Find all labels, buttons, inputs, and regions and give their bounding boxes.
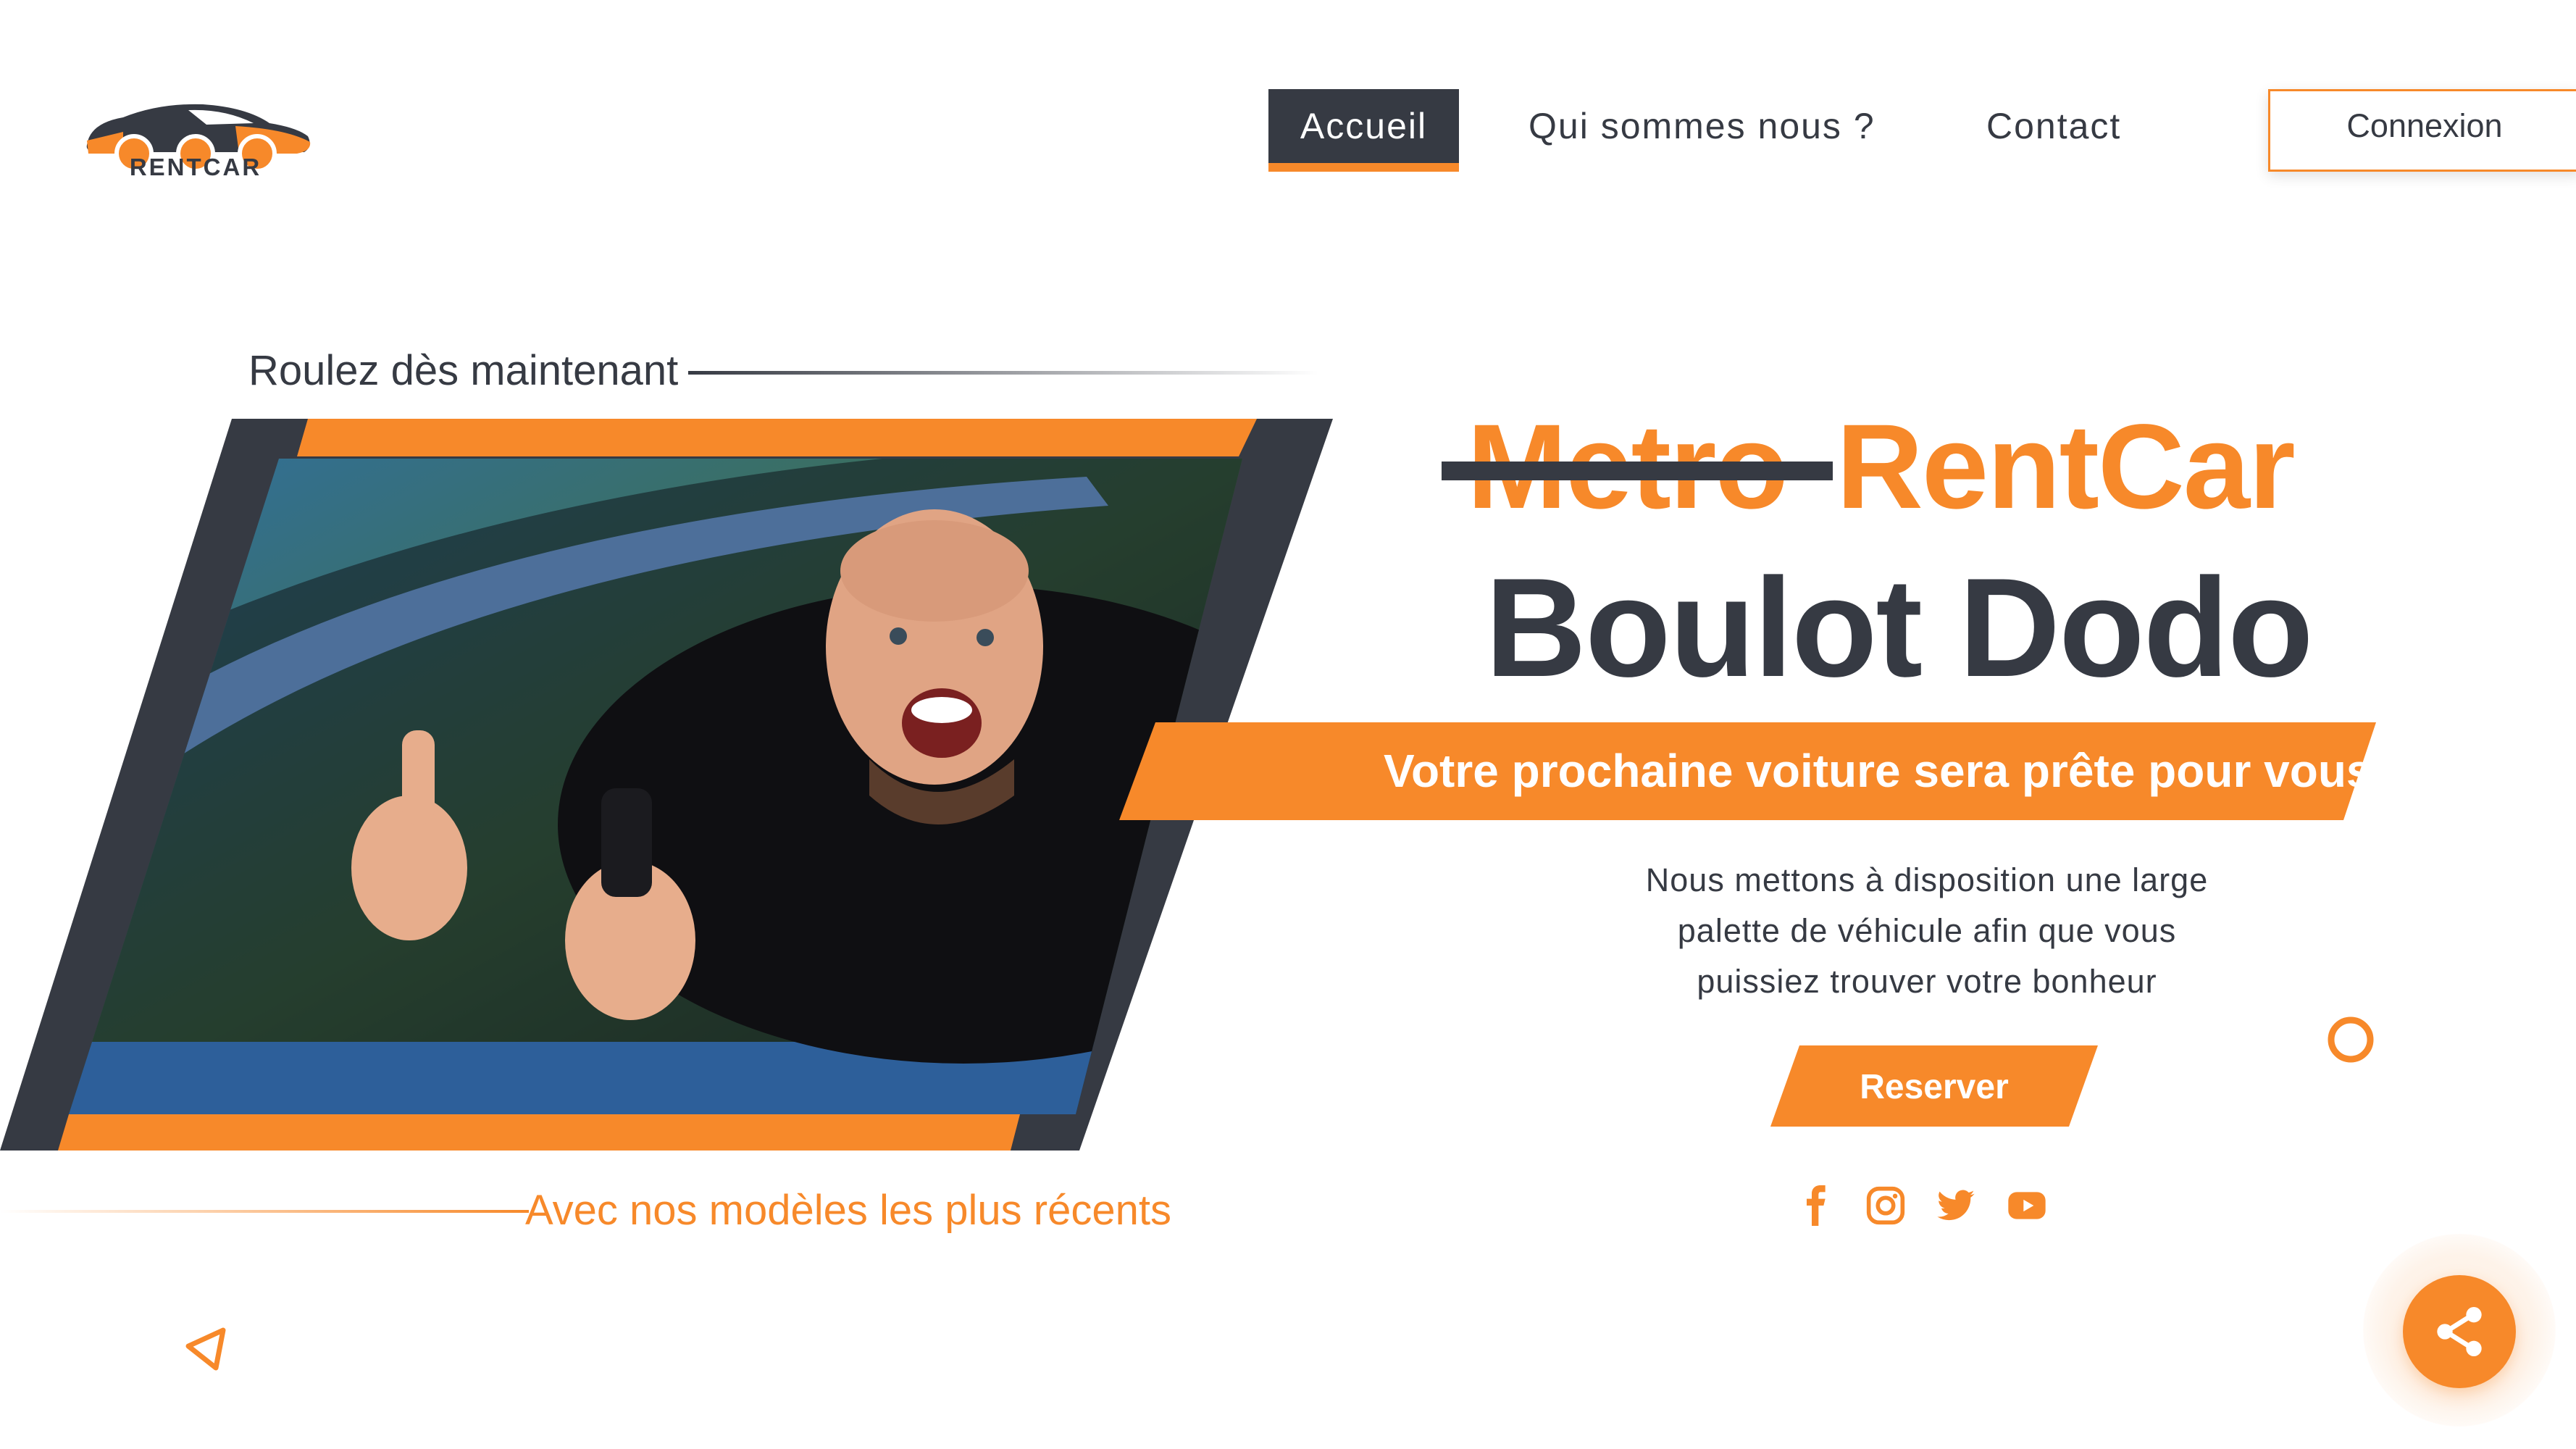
nav-accueil-label[interactable]: Accueil [1268,105,1459,147]
hero-description-line: palette de véhicule afin que vous [1677,912,2177,949]
login-button-label[interactable]: Connexion [2268,107,2576,145]
hero-description-line: Nous mettons à disposition une large [1645,861,2209,898]
sub-kicker-divider [0,1210,529,1213]
hero-tagline: Votre prochaine voiture sera prête pour … [1384,745,2372,797]
hero-kicker: Roulez dès maintenant [248,347,679,394]
kicker-divider [688,371,1318,375]
instagram-icon[interactable] [1865,1185,1906,1226]
hero-description: Nous mettons à disposition une large pal… [1594,855,2260,1007]
logo-text: RENTCAR [129,154,262,180]
nav-about-link[interactable]: Qui sommes nous ? [1529,105,1875,147]
social-links [1797,1185,2057,1229]
strike-bar [1442,462,1833,480]
hero-description-line: puissiez trouver votre bonheur [1697,963,2157,1000]
twitter-icon[interactable] [1936,1185,1976,1226]
youtube-icon[interactable] [2007,1185,2047,1226]
facebook-icon[interactable] [1797,1185,1837,1226]
share-icon [2437,1307,2482,1356]
hero-sub-kicker: Avec nos modèles les plus récents [525,1187,1171,1234]
nav-contact-link[interactable]: Contact [1986,105,2121,147]
hero-title: Boulot Dodo [1485,549,2314,706]
decorative-ring [2328,1016,2374,1063]
share-button[interactable] [2403,1275,2516,1388]
title-brand-word: RentCar [1836,400,2296,534]
reserve-button-label[interactable]: Reserver [1770,1067,2098,1107]
nav-active-indicator [1268,163,1459,172]
decorative-triangle-icon [185,1327,226,1371]
